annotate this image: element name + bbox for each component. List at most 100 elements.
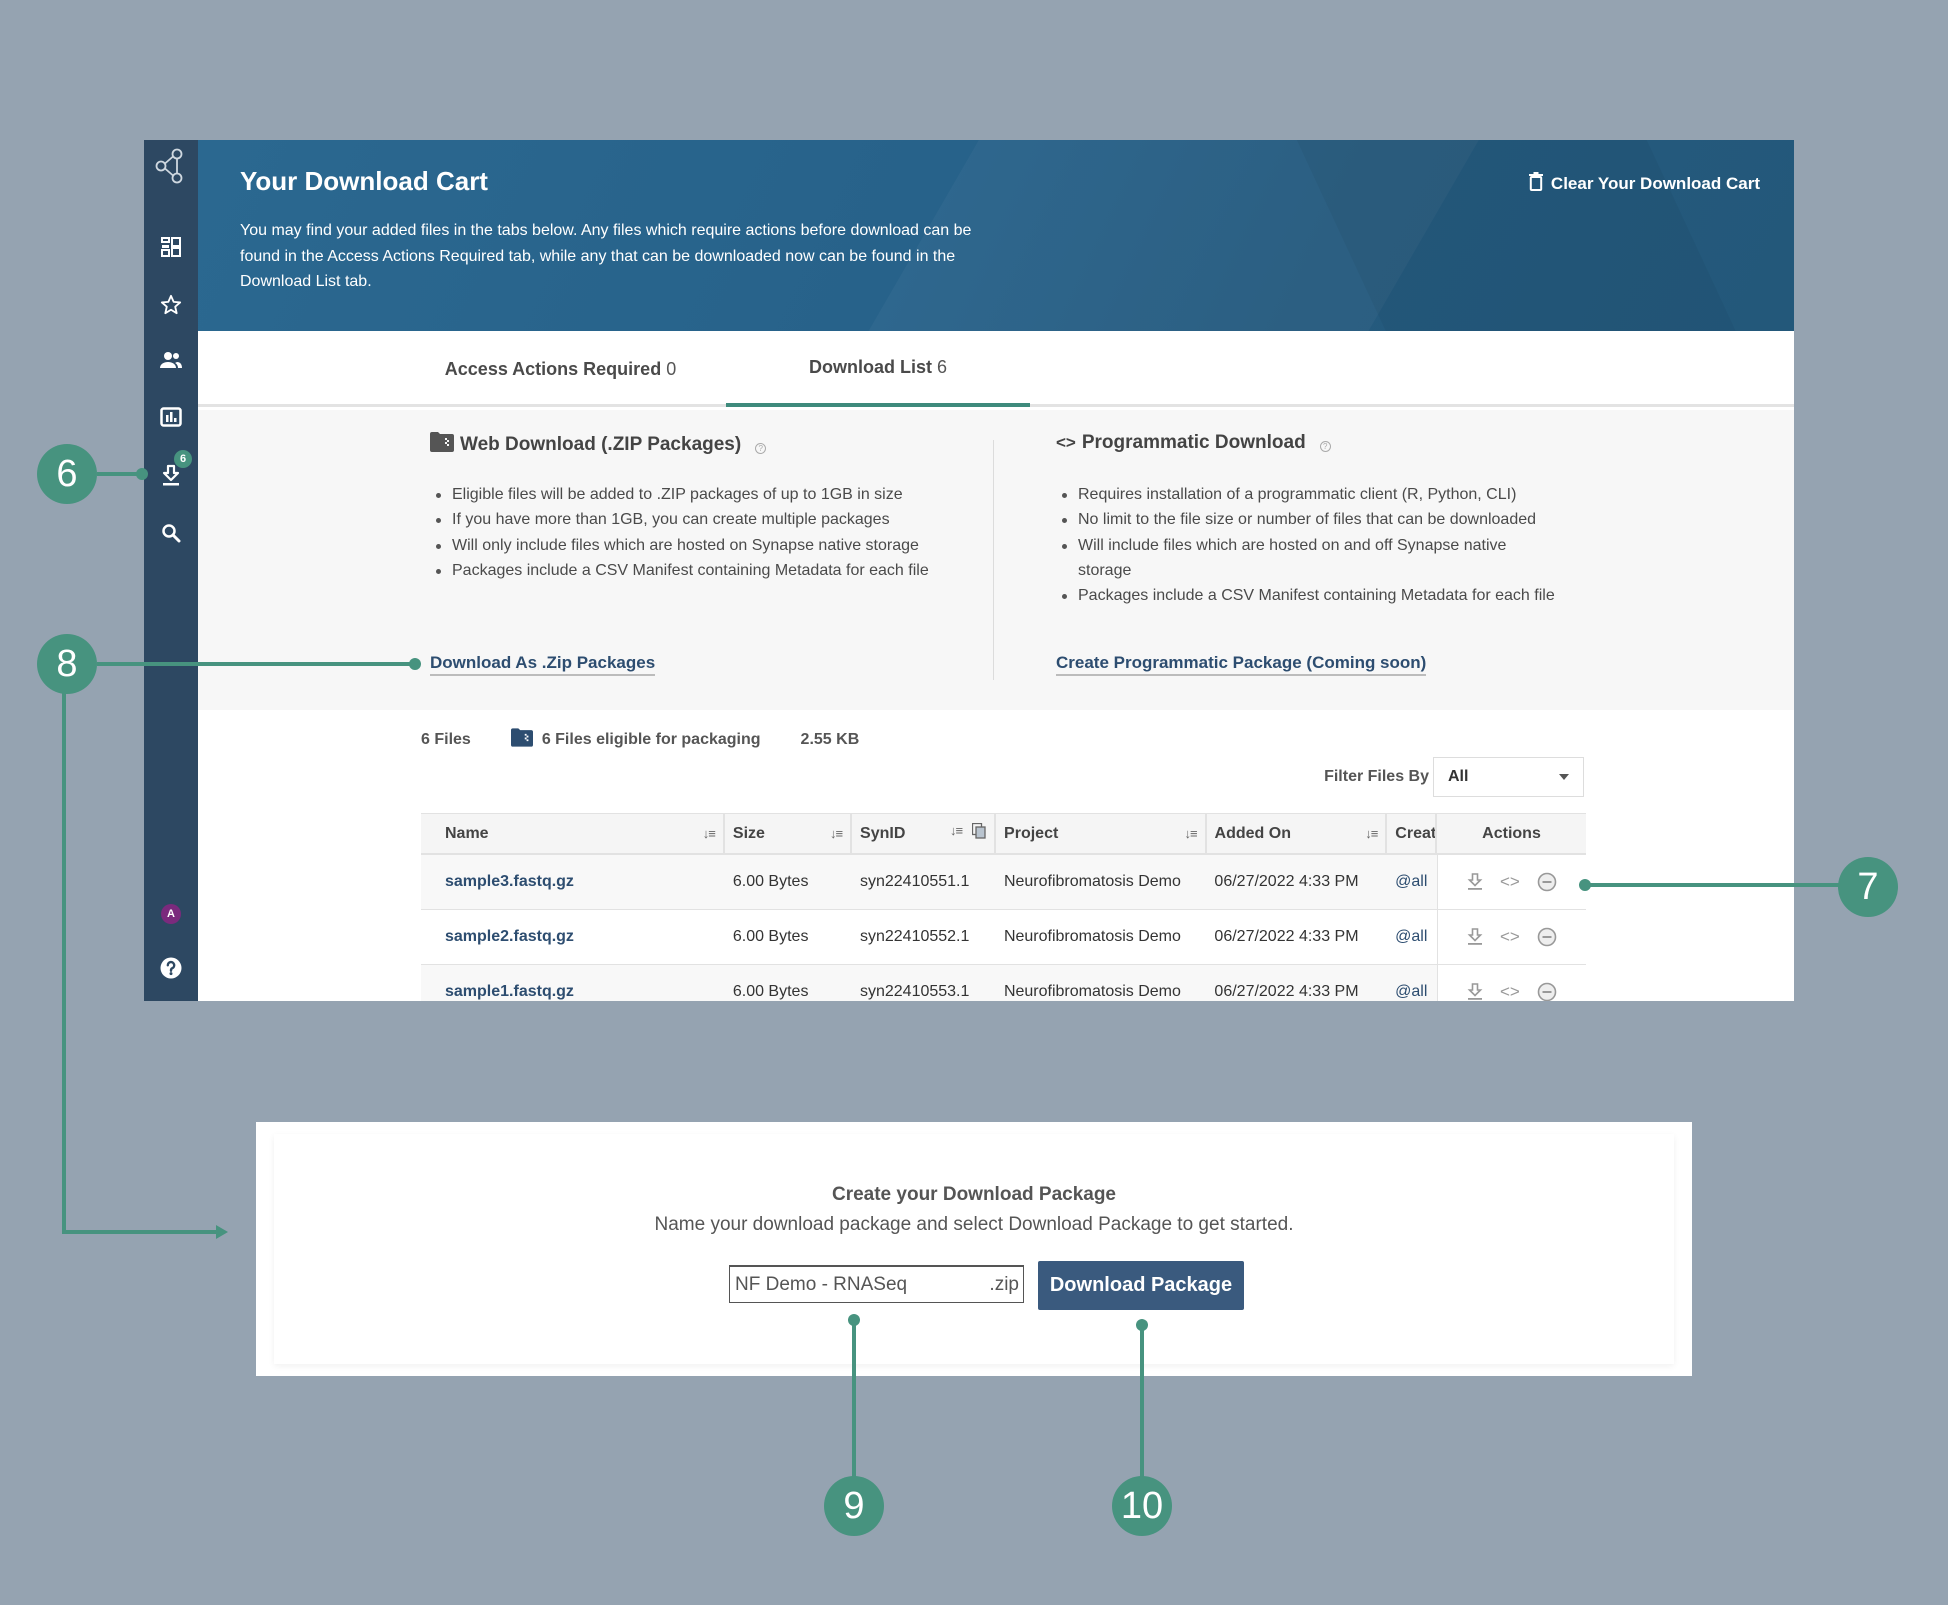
cart-stats: 6 Files 6 Files eligible for packaging 2… xyxy=(421,728,859,752)
filter-files: Filter Files By All xyxy=(1324,757,1584,797)
web-download-features: Eligible files will be added to .ZIP pac… xyxy=(430,482,930,583)
sidebar-item-downloads[interactable]: 6 xyxy=(144,450,198,486)
clear-cart-button[interactable]: Clear Your Download Cart xyxy=(1528,172,1760,196)
download-icon[interactable] xyxy=(1467,928,1483,946)
file-added-on: 06/27/2022 4:33 PM xyxy=(1214,983,1359,1000)
column-header-size[interactable]: Size ↓≡ xyxy=(725,814,853,853)
chart-icon[interactable] xyxy=(144,407,198,427)
callout-6: 6 xyxy=(37,444,97,504)
filter-label: Filter Files By xyxy=(1324,768,1429,785)
help-icon[interactable]: ? xyxy=(755,442,767,454)
file-added-on: 06/27/2022 4:33 PM xyxy=(1214,873,1359,890)
download-icon[interactable] xyxy=(1467,873,1483,891)
download-package-button[interactable]: Download Package xyxy=(1038,1261,1244,1310)
sort-icon[interactable]: ↓≡ xyxy=(1365,826,1378,841)
table-row: sample3.fastq.gz 6.00 Bytes syn22410551.… xyxy=(421,855,1586,910)
callout-7-connector xyxy=(1589,883,1839,887)
copy-icon[interactable] xyxy=(971,822,986,844)
feature-item: Eligible files will be added to .ZIP pac… xyxy=(430,482,930,507)
user-avatar[interactable]: A xyxy=(144,904,198,924)
file-size: 6.00 Bytes xyxy=(732,873,809,890)
create-programmatic-package-link[interactable]: Create Programmatic Package (Coming soon… xyxy=(1056,653,1427,676)
column-divider xyxy=(993,440,994,680)
feature-item: Will only include files which are hosted… xyxy=(430,533,930,558)
feature-item: Packages include a CSV Manifest containi… xyxy=(430,558,930,583)
people-icon[interactable] xyxy=(144,350,198,370)
package-name-field: .zip xyxy=(729,1265,1024,1303)
file-name-link[interactable]: sample1.fastq.gz xyxy=(445,983,574,1001)
column-header-added-on[interactable]: Added On ↓≡ xyxy=(1207,814,1388,853)
tab-download-list[interactable]: Download List 6 xyxy=(726,331,1030,407)
file-created-by: @all xyxy=(1395,873,1428,890)
filter-select[interactable]: All xyxy=(1433,757,1584,797)
total-size: 2.55 KB xyxy=(800,731,860,748)
search-icon[interactable] xyxy=(144,523,198,543)
tab-bar: Access Actions Required 0 Download List 6 xyxy=(198,331,1794,407)
zip-folder-icon xyxy=(430,432,454,458)
sort-icon[interactable]: ↓≡ xyxy=(1184,826,1197,841)
callout-8-dot xyxy=(409,658,421,670)
callout-8: 8 xyxy=(37,634,97,694)
callout-10-connector xyxy=(1140,1325,1144,1480)
code-icon[interactable]: <> xyxy=(1500,982,1520,1001)
remove-icon[interactable] xyxy=(1537,872,1557,892)
column-header-project[interactable]: Project ↓≡ xyxy=(996,814,1207,853)
question-circle-icon[interactable] xyxy=(144,957,198,979)
dashboard-icon[interactable] xyxy=(144,237,198,257)
tab-count: 6 xyxy=(936,356,947,377)
file-project: Neurofibromatosis Demo xyxy=(1003,983,1181,1000)
file-icon xyxy=(421,965,437,1001)
chevron-down-icon xyxy=(1559,774,1569,780)
clear-cart-label: Clear Your Download Cart xyxy=(1550,174,1760,193)
file-name-link[interactable]: sample2.fastq.gz xyxy=(445,928,574,946)
code-icon[interactable]: <> xyxy=(1500,927,1520,947)
file-added-on: 06/27/2022 4:33 PM xyxy=(1214,928,1359,945)
eligible-count: 6 Files eligible for packaging xyxy=(510,728,761,752)
callout-9: 9 xyxy=(824,1476,884,1536)
create-package-panel: Create your Download Package Name your d… xyxy=(256,1122,1692,1376)
sort-icon[interactable]: ↓≡ xyxy=(703,826,716,841)
callout-9-connector xyxy=(852,1320,856,1480)
row-actions: <> xyxy=(1436,855,1586,909)
tab-count: 0 xyxy=(666,358,677,379)
file-synid: syn22410551.1 xyxy=(859,873,970,890)
callout-10-dot xyxy=(1136,1319,1148,1331)
star-icon[interactable] xyxy=(144,294,198,316)
download-icon[interactable] xyxy=(1467,983,1483,1001)
download-as-zip-link[interactable]: Download As .Zip Packages xyxy=(430,653,656,676)
sort-icon[interactable]: ↓≡ xyxy=(830,826,843,841)
callout-6-dot xyxy=(136,468,148,480)
help-icon[interactable]: ? xyxy=(1319,440,1331,452)
column-header-synid[interactable]: SynID ↓≡ xyxy=(852,814,997,853)
callout-7-dot xyxy=(1579,879,1591,891)
package-subtitle: Name your download package and select Do… xyxy=(654,1214,1294,1235)
table-row: sample1.fastq.gz 6.00 Bytes syn22410553.… xyxy=(421,965,1586,1001)
package-title: Create your Download Package xyxy=(831,1184,1117,1205)
callout-10: 10 xyxy=(1112,1476,1172,1536)
synapse-logo-icon[interactable] xyxy=(144,148,198,184)
file-created-by: @all xyxy=(1395,983,1428,1000)
app-window: 6 A Your Download Cart You may find your… xyxy=(144,140,1794,1001)
file-project: Neurofibromatosis Demo xyxy=(1003,928,1181,945)
callout-8-vertical-connector xyxy=(62,690,66,1234)
remove-icon[interactable] xyxy=(1537,982,1557,1001)
page-description: You may find your added files in the tab… xyxy=(240,222,972,290)
sort-icon[interactable]: ↓≡ xyxy=(950,823,963,844)
download-options: Web Download (.ZIP Packages) ? Eligible … xyxy=(198,410,1794,710)
table-row: sample2.fastq.gz 6.00 Bytes syn22410552.… xyxy=(421,910,1586,965)
feature-item: Packages include a CSV Manifest containi… xyxy=(1056,583,1556,608)
code-icon[interactable]: <> xyxy=(1500,872,1520,892)
page-title: Your Download Cart xyxy=(240,166,488,196)
package-name-input[interactable] xyxy=(735,1273,955,1296)
feature-item: No limit to the file size or number of f… xyxy=(1056,507,1556,532)
trash-icon xyxy=(1528,172,1543,196)
tab-access-actions-required[interactable]: Access Actions Required 0 xyxy=(428,331,693,407)
file-name-link[interactable]: sample3.fastq.gz xyxy=(445,873,574,891)
zip-folder-icon xyxy=(510,728,533,752)
column-header-name[interactable]: Name ↓≡ xyxy=(437,814,725,853)
file-icon xyxy=(421,855,437,909)
file-size: 6.00 Bytes xyxy=(732,928,809,945)
remove-icon[interactable] xyxy=(1537,927,1557,947)
column-header-created-by[interactable]: Creat xyxy=(1387,814,1438,853)
tab-label: Download List xyxy=(808,356,932,377)
